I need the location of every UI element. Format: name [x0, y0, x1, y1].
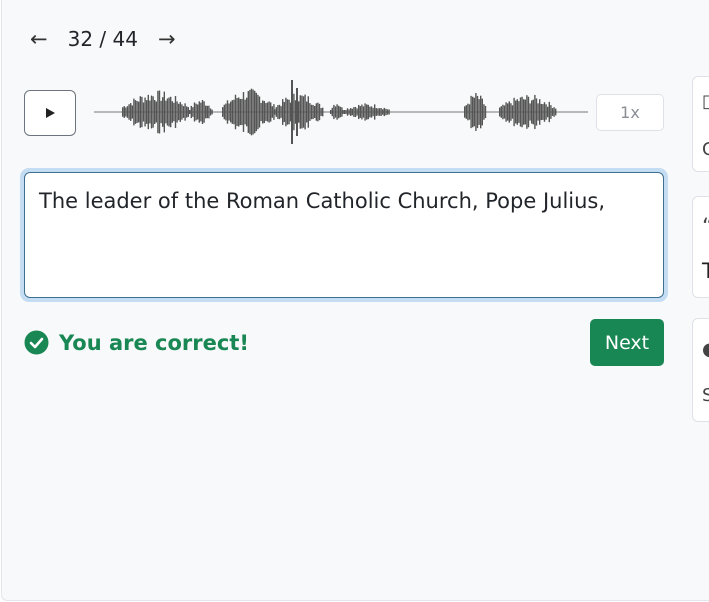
item-navigator: ← 32 / 44 → — [30, 22, 176, 56]
arrow-right-icon[interactable]: → — [158, 28, 176, 50]
speech-bubble-icon: ● — [702, 339, 709, 360]
side-card-comment[interactable]: ● S — [692, 318, 709, 422]
answer-textarea[interactable]: The leader of the Roman Catholic Church,… — [24, 172, 664, 298]
next-button[interactable]: Next — [590, 319, 664, 366]
answer-focus-ring: The leader of the Roman Catholic Church,… — [20, 168, 668, 302]
exercise-panel: ← 32 / 44 → 1x The leader of the Roman C… — [1, 0, 709, 601]
side-card-edit-label: C — [702, 139, 709, 160]
quote-icon: “ — [702, 215, 709, 240]
arrow-left-icon[interactable]: ← — [30, 28, 48, 50]
play-icon — [46, 108, 55, 118]
feedback-message: You are correct! — [24, 330, 249, 355]
side-card-edit[interactable]: □ C — [692, 76, 709, 172]
play-button[interactable] — [24, 90, 76, 136]
side-card-quote-label: T — [702, 259, 709, 283]
side-card-quote[interactable]: “ T — [692, 196, 709, 298]
item-counter: 32 / 44 — [67, 27, 138, 51]
edit-square-icon: □ — [702, 91, 709, 112]
feedback-text: You are correct! — [59, 330, 249, 355]
side-card-comment-label: S — [702, 385, 709, 406]
playback-speed-button[interactable]: 1x — [596, 94, 664, 131]
audio-waveform[interactable] — [94, 74, 588, 146]
check-circle-icon — [24, 330, 49, 355]
